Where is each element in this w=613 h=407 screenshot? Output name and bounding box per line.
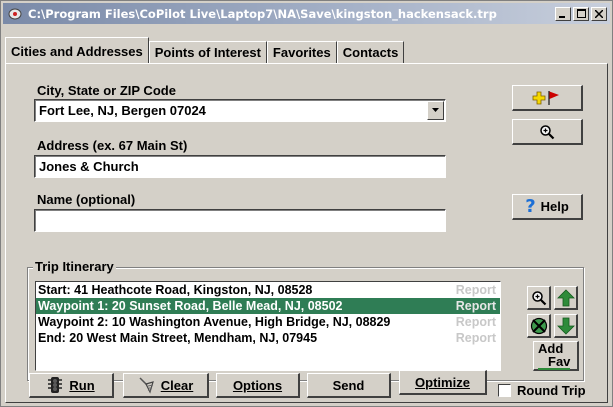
clear-broom-icon xyxy=(139,377,154,394)
delete-stop-button[interactable] xyxy=(527,314,551,338)
tab-cities-and-addresses[interactable]: Cities and Addresses xyxy=(5,37,149,63)
itinerary-row-text: End: 20 West Main Street, Mendham, NJ, 0… xyxy=(38,331,318,345)
itinerary-row-start[interactable]: Start: 41 Heathcote Road, Kingston, NJ, … xyxy=(36,282,500,298)
options-button[interactable]: Options xyxy=(216,373,300,398)
add-stop-button[interactable] xyxy=(512,85,583,111)
help-label: Help xyxy=(540,199,569,214)
add-favorite-label-1: Add xyxy=(538,340,564,356)
magnify-icon xyxy=(531,290,546,305)
close-icon xyxy=(595,9,603,18)
arrow-down-icon xyxy=(556,317,575,335)
maximize-icon xyxy=(576,9,586,18)
zoom-stop-button[interactable] xyxy=(527,286,551,310)
optimize-button[interactable]: Optimize xyxy=(399,370,487,395)
move-down-button[interactable] xyxy=(554,314,578,338)
close-button[interactable] xyxy=(591,6,607,21)
report-link[interactable]: Report xyxy=(450,299,496,313)
traffic-light-icon xyxy=(48,377,63,393)
address-input[interactable]: Jones & Church xyxy=(34,155,446,178)
itinerary-row-text: Waypoint 2: 10 Washington Avenue, High B… xyxy=(38,315,391,329)
minimize-icon xyxy=(559,15,565,18)
add-stop-flag-icon xyxy=(532,90,559,105)
report-link[interactable]: Report xyxy=(450,331,496,345)
tab-strip: Cities and Addresses Points of Interest … xyxy=(5,37,405,63)
itinerary-list[interactable]: Start: 41 Heathcote Road, Kingston, NJ, … xyxy=(35,281,501,371)
city-combobox[interactable]: Fort Lee, NJ, Bergen 07024 xyxy=(34,99,446,122)
arrow-up-icon xyxy=(556,288,575,306)
report-link[interactable]: Report xyxy=(450,315,496,329)
tab-contacts[interactable]: Contacts xyxy=(336,41,405,63)
copilot-app-icon xyxy=(8,6,23,21)
name-input[interactable] xyxy=(34,209,446,232)
trip-itinerary-title: Trip Itinerary xyxy=(33,259,116,274)
itinerary-row-waypoint-2[interactable]: Waypoint 2: 10 Washington Avenue, High B… xyxy=(36,314,500,330)
tab-favorites[interactable]: Favorites xyxy=(266,41,337,63)
round-trip-checkbox[interactable] xyxy=(498,384,511,397)
send-label: Send xyxy=(332,377,365,393)
title-bar[interactable]: C:\Program Files\CoPilot Live\Laptop7\NA… xyxy=(3,3,610,24)
move-up-button[interactable] xyxy=(554,286,578,310)
copilot-trip-window: C:\Program Files\CoPilot Live\Laptop7\NA… xyxy=(0,0,613,407)
magnify-icon xyxy=(540,124,555,139)
delete-stop-icon xyxy=(530,317,547,334)
clear-label: Clear xyxy=(160,377,194,393)
help-button[interactable]: ? Help xyxy=(512,194,583,220)
help-icon: ? xyxy=(525,196,536,217)
window-title: C:\Program Files\CoPilot Live\Laptop7\NA… xyxy=(28,6,497,21)
options-label: Options xyxy=(232,377,283,393)
city-label: City, State or ZIP Code xyxy=(37,83,176,98)
add-favorite-button[interactable]: Add Fav xyxy=(533,341,579,371)
minimize-button[interactable] xyxy=(555,6,571,21)
chevron-down-icon xyxy=(431,108,439,112)
window-controls xyxy=(555,6,607,21)
send-button[interactable]: Send xyxy=(307,373,391,398)
maximize-button[interactable] xyxy=(573,6,589,21)
itinerary-row-text: Waypoint 1: 20 Sunset Road, Belle Mead, … xyxy=(38,299,343,313)
itinerary-row-end[interactable]: End: 20 West Main Street, Mendham, NJ, 0… xyxy=(36,330,500,346)
name-label: Name (optional) xyxy=(37,192,136,207)
address-label: Address (ex. 67 Main St) xyxy=(37,138,188,153)
optimize-label: Optimize xyxy=(415,374,470,390)
clear-button[interactable]: Clear xyxy=(123,373,209,398)
itinerary-row-text: Start: 41 Heathcote Road, Kingston, NJ, … xyxy=(38,283,313,297)
city-value: Fort Lee, NJ, Bergen 07024 xyxy=(39,103,206,118)
report-link[interactable]: Report xyxy=(450,283,496,297)
tab-points-of-interest[interactable]: Points of Interest xyxy=(148,41,267,63)
run-button[interactable]: Run xyxy=(29,373,114,398)
round-trip-label[interactable]: Round Trip xyxy=(517,383,586,398)
city-dropdown-button[interactable] xyxy=(427,101,444,120)
zoom-location-button[interactable] xyxy=(512,119,583,145)
run-label: Run xyxy=(69,377,95,393)
add-favorite-label-2: Fav xyxy=(538,355,571,370)
itinerary-row-waypoint-1[interactable]: Waypoint 1: 20 Sunset Road, Belle Mead, … xyxy=(36,298,500,314)
